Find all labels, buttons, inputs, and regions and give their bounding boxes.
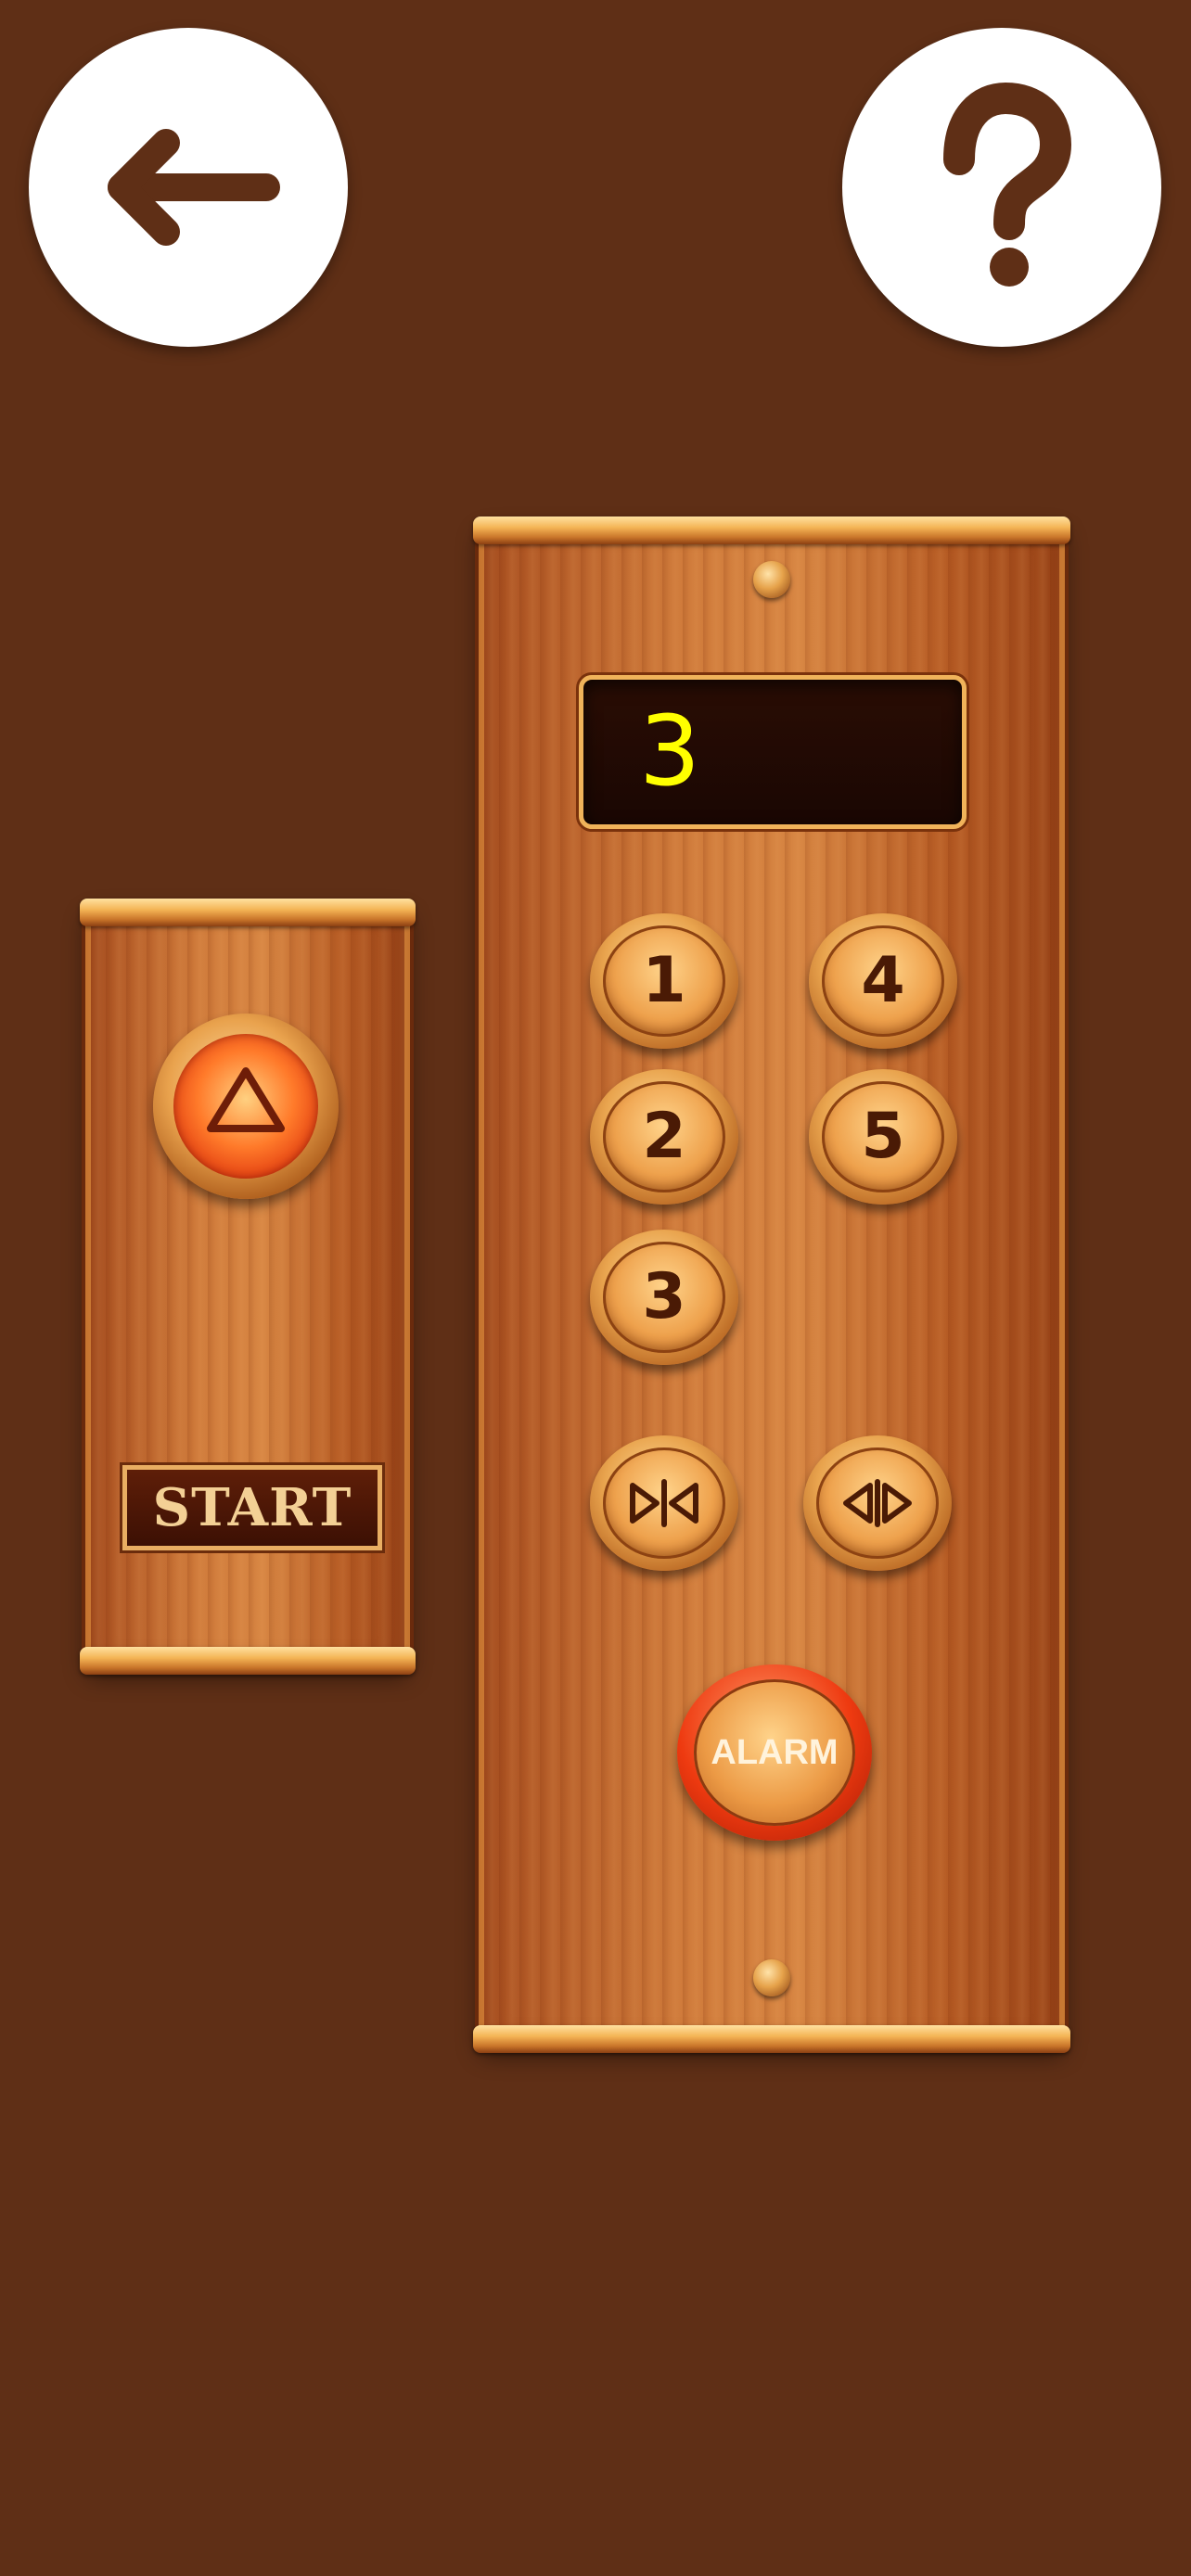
floor-button-label: 3 (642, 1260, 686, 1333)
triangle-up-icon (207, 1067, 285, 1132)
question-mark-icon (943, 82, 1072, 287)
floor-button-4[interactable]: 4 (809, 913, 957, 1049)
arrow-left-icon (108, 129, 280, 246)
start-plate[interactable]: START (122, 1465, 382, 1550)
call-panel-bottom-cap (80, 1647, 416, 1675)
elevator-panel-bottom-cap (473, 2025, 1070, 2053)
floor-display: 3 (579, 675, 967, 829)
door-open-button[interactable] (803, 1435, 952, 1571)
alarm-label: ALARM (711, 1733, 839, 1772)
floor-display-value: 3 (639, 695, 701, 808)
elevator-panel: 3 1 2 3 4 5 ALARM (473, 516, 1070, 2053)
call-panel-top-cap (80, 899, 416, 926)
screw-icon (753, 1959, 790, 1996)
elevator-panel-top-cap (473, 516, 1070, 544)
up-call-button[interactable] (153, 1014, 339, 1199)
floor-button-1[interactable]: 1 (590, 913, 738, 1049)
alarm-button[interactable]: ALARM (677, 1664, 872, 1841)
floor-button-label: 4 (861, 944, 905, 1017)
floor-button-label: 5 (861, 1100, 905, 1173)
floor-button-2[interactable]: 2 (590, 1069, 738, 1205)
floor-button-3[interactable]: 3 (590, 1230, 738, 1365)
floor-button-label: 2 (642, 1100, 686, 1173)
door-close-icon (630, 1479, 698, 1527)
call-panel: START (80, 899, 416, 1675)
floor-button-5[interactable]: 5 (809, 1069, 957, 1205)
door-open-icon (843, 1479, 912, 1527)
back-button[interactable] (29, 28, 348, 347)
floor-button-label: 1 (642, 944, 686, 1017)
help-button[interactable] (842, 28, 1161, 347)
screw-icon (753, 561, 790, 598)
door-close-button[interactable] (590, 1435, 738, 1571)
